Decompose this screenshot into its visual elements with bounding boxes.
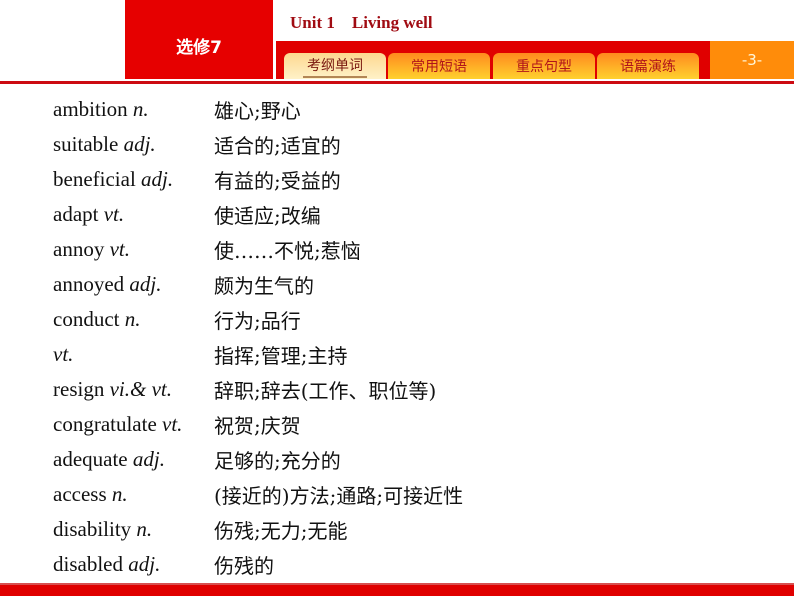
vocab-word: disabled	[53, 552, 129, 576]
course-label-text: 选修7	[176, 38, 222, 58]
vocab-meaning: 颇为生气的	[214, 274, 314, 298]
vocab-row: vt. 指挥;管理;主持	[53, 337, 463, 372]
vocab-word: adapt	[53, 202, 104, 226]
part-of-speech: adj.	[123, 132, 156, 156]
vocab-word: suitable	[53, 132, 124, 156]
vocab-word-cell: ambition n.	[53, 97, 214, 122]
unit-title: Unit 1 Living well	[290, 13, 433, 32]
vocabulary-list: ambition n. 雄心;野心 suitable adj. 适合的;适宜的 bene…	[53, 92, 463, 582]
part-of-speech: n.	[136, 517, 153, 541]
vocab-word-cell: vt.	[53, 342, 214, 367]
vocab-meaning: 伤残;无力;无能	[214, 519, 348, 543]
vocab-meaning: 祝贺;庆贺	[214, 414, 301, 438]
vocab-meaning: 雄心;野心	[214, 99, 301, 123]
tab-passage-practice[interactable]: 语篇演练	[597, 53, 699, 79]
tab-label: 常用短语	[411, 59, 467, 75]
vocab-meaning: 适合的;适宜的	[214, 134, 341, 158]
vocab-word: ambition	[53, 97, 133, 121]
vocab-word: adequate	[53, 447, 133, 471]
vocab-row: adequate adj. 足够的;充分的	[53, 442, 463, 477]
tab-label: 语篇演练	[620, 59, 676, 75]
tab-label: 重点句型	[516, 59, 572, 75]
vocab-row: ambition n. 雄心;野心	[53, 92, 463, 127]
vocab-meaning: 有益的;受益的	[214, 169, 341, 193]
vocab-word-cell: disability n.	[53, 517, 214, 542]
vocab-word-cell: annoy vt.	[53, 237, 214, 262]
vocab-word-cell: annoyed adj.	[53, 272, 214, 297]
vocab-word: beneficial	[53, 167, 142, 191]
vocab-word: resign	[53, 377, 110, 401]
tab-label: 考纲单词	[303, 55, 367, 78]
vocab-row: adapt vt. 使适应;改编	[53, 197, 463, 232]
part-of-speech: vt.	[109, 237, 130, 261]
vocab-meaning: 使……不悦;惹恼	[214, 239, 361, 263]
tab-syllabus-words[interactable]: 考纲单词	[284, 53, 386, 79]
part-of-speech: vt.	[162, 412, 183, 436]
tab-bar: 考纲单词 常用短语 重点句型 语篇演练	[276, 41, 710, 79]
vocab-row: annoyed adj. 颇为生气的	[53, 267, 463, 302]
part-of-speech: n.	[132, 97, 149, 121]
vocab-meaning: (接近的)方法;通路;可接近性	[214, 484, 464, 508]
tab-key-sentences[interactable]: 重点句型	[493, 53, 595, 79]
part-of-speech: adj.	[132, 447, 165, 471]
vocab-word-cell: conduct n.	[53, 307, 214, 332]
vocab-meaning: 使适应;改编	[214, 204, 321, 228]
vocab-row: disabled adj. 伤残的	[53, 547, 463, 582]
vocab-row: annoy vt. 使……不悦;惹恼	[53, 232, 463, 267]
vocab-row: suitable adj. 适合的;适宜的	[53, 127, 463, 162]
vocab-row: conduct n. 行为;品行	[53, 302, 463, 337]
part-of-speech: adj.	[128, 552, 161, 576]
vocab-row: resign vi.& vt. 辞职;辞去(工作、职位等)	[53, 372, 463, 407]
vocab-row: access n. (接近的)方法;通路;可接近性	[53, 477, 463, 512]
tab-common-phrases[interactable]: 常用短语	[388, 53, 490, 79]
part-of-speech: vi.& vt.	[109, 377, 172, 401]
vocab-word: conduct	[53, 307, 125, 331]
vocab-word-cell: disabled adj.	[53, 552, 214, 577]
vocab-meaning: 指挥;管理;主持	[214, 344, 348, 368]
vocab-word-cell: congratulate vt.	[53, 412, 214, 437]
page-number-text: -3-	[741, 51, 763, 69]
header-divider	[0, 81, 794, 84]
vocab-row: disability n. 伤残;无力;无能	[53, 512, 463, 547]
vocab-meaning: 行为;品行	[214, 309, 301, 333]
vocab-row: congratulate vt. 祝贺;庆贺	[53, 407, 463, 442]
vocab-row: beneficial adj. 有益的;受益的	[53, 162, 463, 197]
part-of-speech: n.	[111, 482, 128, 506]
vocab-word: annoy	[53, 237, 110, 261]
vocab-word-cell: access n.	[53, 482, 214, 507]
vocab-meaning: 辞职;辞去(工作、职位等)	[214, 379, 437, 403]
vocab-word-cell: resign vi.& vt.	[53, 377, 214, 402]
vocab-word-cell: adequate adj.	[53, 447, 214, 472]
vocab-meaning: 伤残的	[214, 554, 274, 578]
vocab-word: congratulate	[53, 412, 163, 436]
part-of-speech: vt.	[103, 202, 125, 226]
vocab-word: annoyed	[53, 272, 130, 296]
vocab-word-cell: adapt vt.	[53, 202, 214, 227]
course-label: 选修7	[125, 0, 273, 79]
vocab-word-cell: suitable adj.	[53, 132, 214, 157]
vocab-word: access	[53, 482, 112, 506]
part-of-speech: adj.	[141, 167, 174, 191]
vocab-word-cell: beneficial adj.	[53, 167, 214, 192]
vocab-word: disability	[53, 517, 137, 541]
part-of-speech: n.	[124, 307, 141, 331]
part-of-speech: vt.	[53, 342, 74, 366]
part-of-speech: adj.	[129, 272, 162, 296]
vocab-meaning: 足够的;充分的	[214, 449, 341, 473]
footer-bar	[0, 585, 794, 596]
page-number: -3-	[710, 41, 794, 79]
